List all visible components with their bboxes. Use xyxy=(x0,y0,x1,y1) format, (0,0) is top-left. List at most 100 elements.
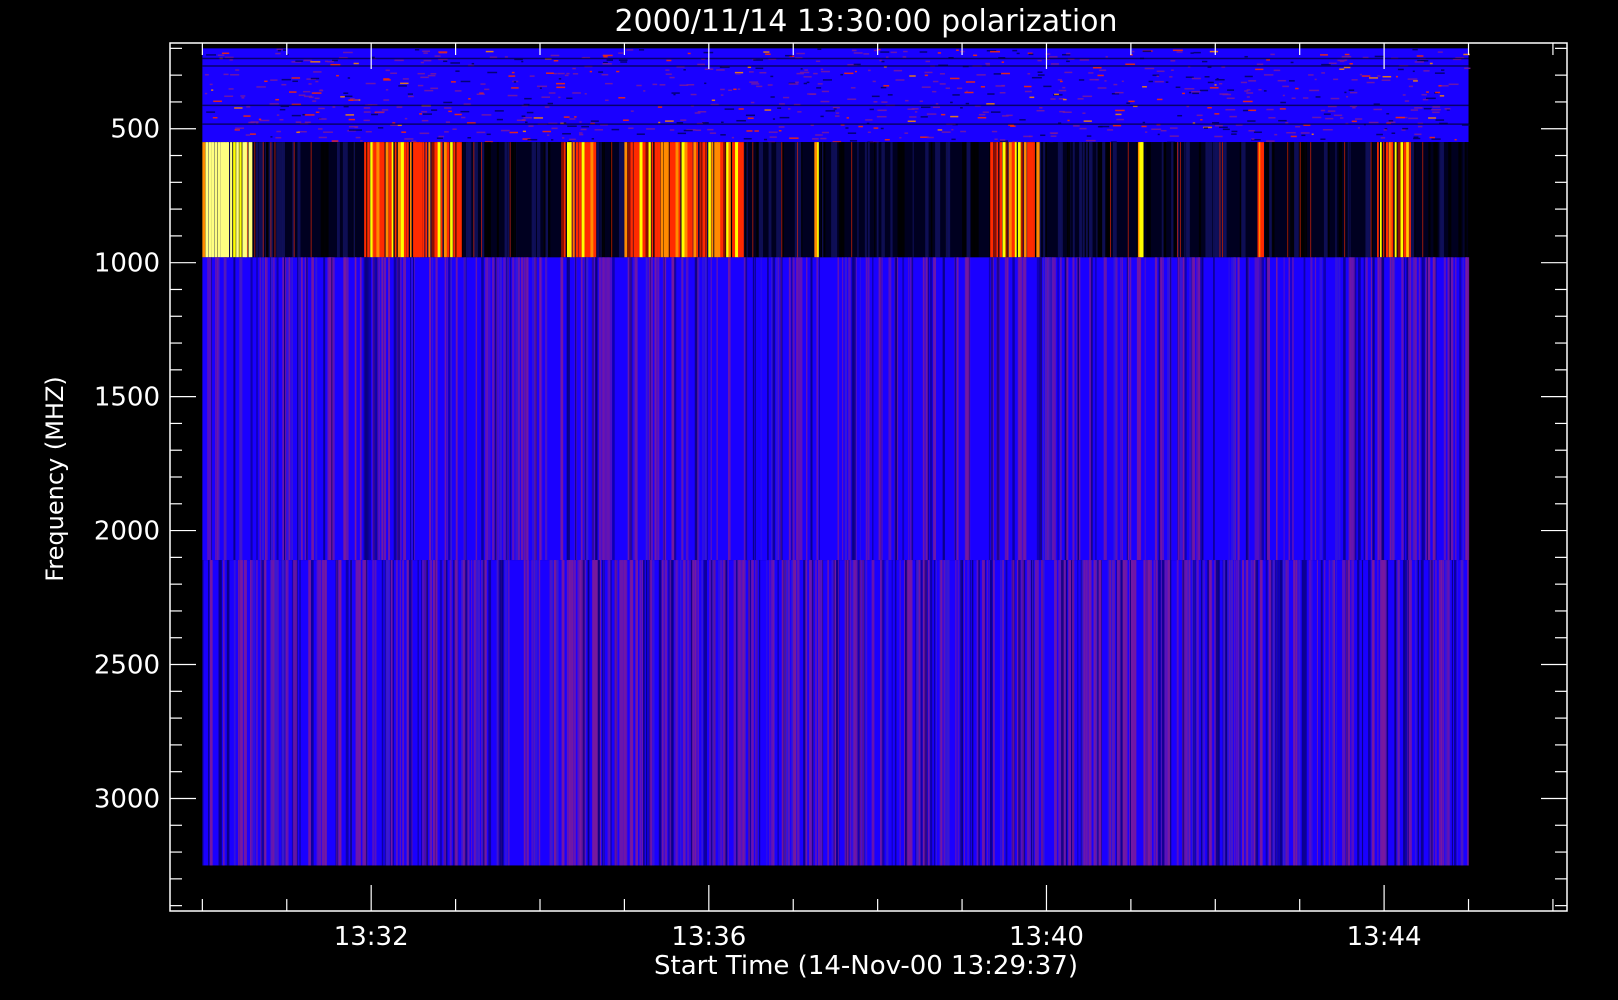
noise-speck xyxy=(733,88,737,91)
noise-speck xyxy=(204,73,209,76)
streak xyxy=(262,560,265,866)
streak xyxy=(872,257,874,561)
noise-speck xyxy=(1351,120,1357,123)
streak xyxy=(517,257,520,561)
streak xyxy=(584,257,587,561)
noise-speck xyxy=(932,106,941,108)
noise-speck xyxy=(903,50,908,53)
streak xyxy=(1402,257,1404,561)
noise-speck xyxy=(419,132,430,135)
streak xyxy=(1012,257,1015,561)
noise-speck xyxy=(1395,116,1405,119)
streak xyxy=(635,560,638,866)
streak xyxy=(365,257,369,561)
noise-speck xyxy=(276,114,280,116)
x-tick-label: 13:32 xyxy=(334,922,409,952)
burst-streak xyxy=(636,142,640,258)
noise-speck xyxy=(303,95,313,98)
noise-speck xyxy=(1064,71,1073,74)
streak xyxy=(509,257,512,561)
streak xyxy=(1054,257,1056,561)
streak xyxy=(1230,560,1234,866)
streak xyxy=(1065,560,1068,866)
noise-speck xyxy=(1414,107,1423,109)
streak xyxy=(298,257,301,561)
streak xyxy=(601,142,605,258)
noise-speck xyxy=(748,71,754,73)
streak xyxy=(694,560,697,866)
noise-speck xyxy=(295,121,302,123)
streak xyxy=(1102,142,1106,258)
noise-speck xyxy=(1352,106,1356,109)
noise-speck xyxy=(820,100,830,103)
streak xyxy=(760,257,762,561)
burst-streak xyxy=(230,142,233,258)
noise-speck xyxy=(1037,74,1045,76)
streak xyxy=(645,560,648,866)
streak xyxy=(581,560,584,866)
streak xyxy=(1464,142,1467,258)
streak xyxy=(426,560,429,866)
streak xyxy=(664,257,667,561)
noise-speck xyxy=(778,130,782,132)
streak xyxy=(962,142,967,258)
burst-streak xyxy=(1027,142,1031,258)
noise-speck xyxy=(315,80,319,83)
streak xyxy=(996,257,1000,561)
noise-speck xyxy=(1263,74,1274,76)
noise-speck xyxy=(731,136,735,139)
streak xyxy=(428,257,432,561)
noise-speck xyxy=(920,116,928,118)
streak xyxy=(323,257,326,561)
burst-streak xyxy=(239,142,242,258)
noise-speck xyxy=(308,83,312,85)
faint-streak xyxy=(705,142,707,258)
noise-speck xyxy=(820,137,827,140)
noise-speck xyxy=(750,101,755,104)
burst-streak xyxy=(437,142,441,258)
burst-streak xyxy=(1385,142,1389,258)
noise-speck xyxy=(821,131,830,134)
noise-speck xyxy=(291,77,301,79)
streak xyxy=(801,142,803,258)
streak xyxy=(310,560,314,866)
streak xyxy=(1095,257,1097,561)
streak xyxy=(291,257,293,561)
burst-streak xyxy=(382,142,385,258)
streak xyxy=(1460,560,1464,866)
streak xyxy=(767,257,769,561)
faint-streak xyxy=(1287,142,1289,258)
burst-streak xyxy=(645,142,649,258)
streak xyxy=(345,257,349,561)
noise-speck xyxy=(1012,49,1018,52)
streak xyxy=(935,560,938,866)
streak xyxy=(993,560,995,866)
noise-speck xyxy=(683,129,693,132)
noise-speck xyxy=(537,85,547,88)
streak xyxy=(245,560,247,866)
streak xyxy=(988,257,990,561)
streak xyxy=(947,142,950,258)
streak xyxy=(960,560,963,866)
streak xyxy=(1271,142,1275,258)
burst-streak xyxy=(630,142,633,258)
streak xyxy=(635,257,638,561)
noise-speck xyxy=(716,69,725,71)
noise-speck xyxy=(500,129,510,132)
y-tick-label: 500 xyxy=(110,115,160,145)
streak xyxy=(1353,257,1356,561)
noise-speck xyxy=(603,56,608,58)
streak xyxy=(292,560,296,866)
burst-streak xyxy=(248,142,253,258)
streak xyxy=(1327,142,1330,258)
streak xyxy=(1223,560,1225,866)
noise-speck xyxy=(1432,106,1441,108)
noise-speck xyxy=(1059,110,1065,113)
streak xyxy=(1205,142,1210,258)
noise-speck xyxy=(1413,136,1419,138)
noise-speck xyxy=(853,63,861,66)
noise-speck xyxy=(602,54,613,57)
noise-speck xyxy=(1325,117,1334,120)
noise-speck xyxy=(343,92,349,94)
noise-speck xyxy=(1302,97,1309,99)
